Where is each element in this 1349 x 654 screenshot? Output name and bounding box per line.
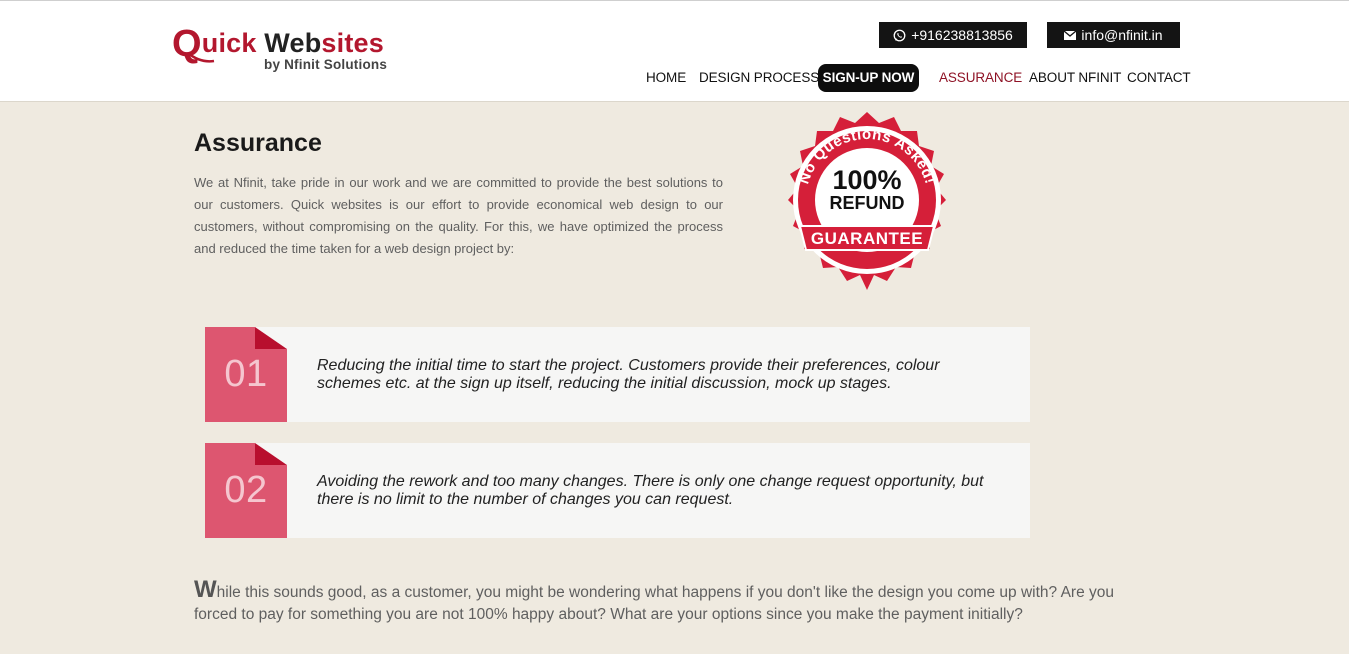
step-number-block: 02: [205, 443, 287, 538]
refund-guarantee-badge: No Questions Asked! 100% REFUND GUARANTE…: [788, 112, 946, 290]
whatsapp-icon: [893, 29, 906, 41]
badge-refund: REFUND: [830, 193, 905, 213]
email-button[interactable]: info@nfinit.in: [1047, 22, 1180, 48]
nav-assurance[interactable]: ASSURANCE: [939, 64, 1022, 92]
intro-paragraph: We at Nfinit, take pride in our work and…: [194, 175, 723, 256]
email-address: info@nfinit.in: [1081, 27, 1163, 43]
logo-wordmark: Quick Websites: [172, 21, 384, 63]
nav-contact[interactable]: CONTACT: [1127, 64, 1191, 92]
logo-word-sites: sites: [321, 28, 384, 58]
page-title: Assurance: [194, 129, 322, 157]
closing-paragraph: While this sounds good, as a customer, y…: [194, 578, 1149, 626]
badge-guarantee: GUARANTEE: [811, 229, 923, 248]
logo-q: Q: [172, 23, 202, 65]
closing-text: hile this sounds good, as a customer, yo…: [194, 584, 1114, 623]
assurance-step: 02 Avoiding the rework and too many chan…: [205, 443, 1030, 538]
step-number: 02: [224, 469, 268, 511]
nav-home[interactable]: HOME: [646, 64, 686, 92]
logo-word-web: Web: [264, 28, 322, 58]
step-number: 01: [224, 353, 268, 395]
closing-dropcap: W: [194, 576, 217, 603]
badge-percent: 100%: [832, 165, 901, 195]
phone-button[interactable]: +916238813856: [879, 22, 1027, 48]
assurance-step: 01 Reducing the initial time to start th…: [205, 327, 1030, 422]
mail-icon: [1064, 30, 1077, 40]
main-nav: HOME DESIGN PROCESS SIGN-UP NOW ASSURANC…: [0, 64, 1349, 92]
logo-word-uick: uick: [201, 28, 257, 58]
nav-design-process[interactable]: DESIGN PROCESS: [699, 64, 819, 92]
nav-about[interactable]: ABOUT NFINIT: [1029, 64, 1121, 92]
site-header: Quick Websites by Nfinit Solutions +9162…: [0, 0, 1349, 102]
step-number-block: 01: [205, 327, 287, 422]
step-description: Avoiding the rework and too many changes…: [317, 473, 984, 508]
nav-signup-button[interactable]: SIGN-UP NOW: [818, 64, 919, 92]
step-description: Reducing the initial time to start the p…: [317, 357, 940, 392]
phone-number: +916238813856: [911, 27, 1013, 43]
